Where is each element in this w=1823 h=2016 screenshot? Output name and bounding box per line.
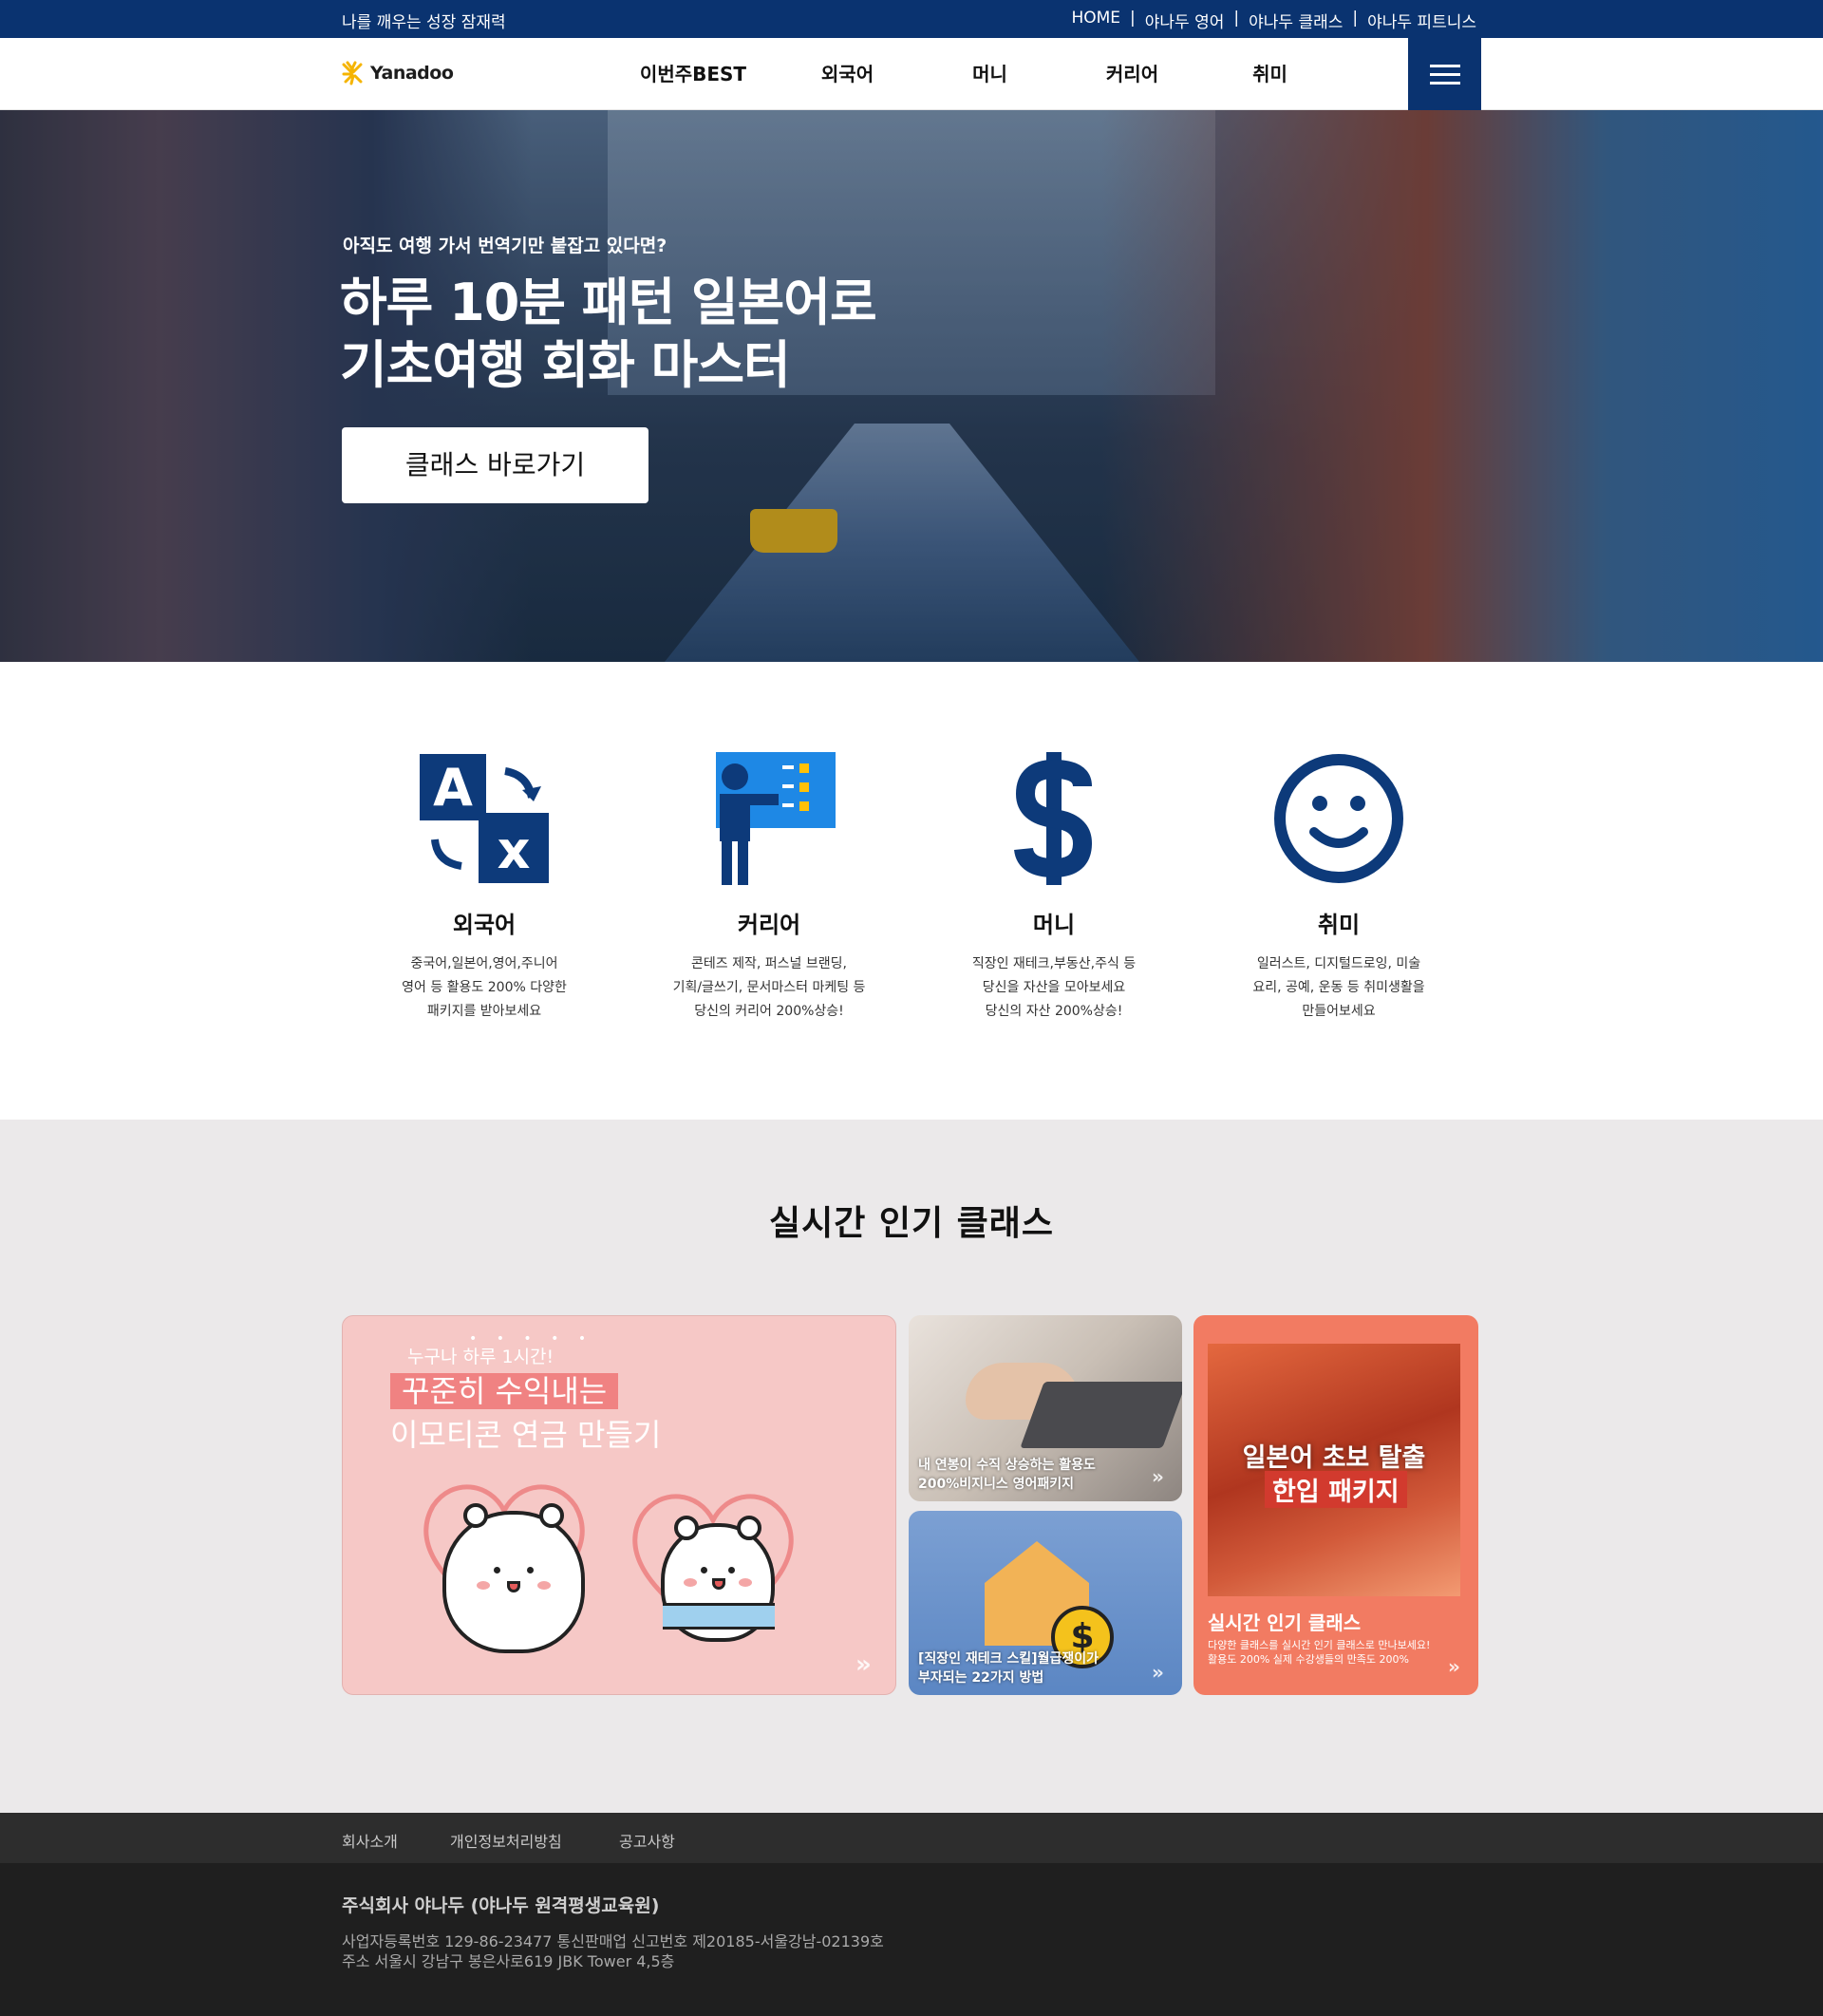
top-link-english[interactable]: 야나두 영어	[1145, 9, 1225, 32]
category-career[interactable]: 커리어 콘테즈 제작, 퍼스널 브랜딩, 기획/글쓰기, 문서마스터 마케팅 등…	[646, 752, 893, 1024]
yanadoo-logo-icon	[342, 61, 363, 85]
card-caption: 내 연봉이 수직 상승하는 활용도 200%비지니스 영어패키지	[918, 1458, 1096, 1492]
japan-street-image: 일본어 초보 탈출 한입 패키지	[1208, 1344, 1460, 1596]
go-to-class-button[interactable]: 클래스 바로가기	[342, 427, 648, 503]
presentation-icon	[716, 752, 836, 885]
bear-character	[442, 1503, 585, 1653]
nav-item-money[interactable]: 머니	[916, 38, 1063, 110]
card-photo-title: 일본어 초보 탈출	[1242, 1443, 1426, 1473]
svg-text:A: A	[433, 758, 473, 818]
site-footer: 주식회사 야나두 (야나두 원격평생교육원) 사업자등록번호 129-86-23…	[0, 1863, 1823, 2016]
hero-subtitle: 아직도 여행 가서 번역기만 붙잡고 있다면?	[343, 236, 667, 256]
hero-title-line2: 기초여행 회화 마스터	[340, 335, 791, 395]
laptop-image	[1020, 1382, 1182, 1448]
nav-item-hobby[interactable]: 취미	[1201, 38, 1339, 110]
japanese-package-card[interactable]: 일본어 초보 탈출 한입 패키지 실시간 인기 클래스 다양한 클래스를 실시간…	[1193, 1315, 1478, 1695]
category-hobby[interactable]: 취미 일러스트, 디지털드로잉, 미술 요리, 공예, 운동 등 취미생활을 만…	[1215, 752, 1462, 1024]
business-english-card[interactable]: 내 연봉이 수직 상승하는 활용도 200%비지니스 영어패키지 »	[909, 1315, 1182, 1501]
main-nav: 이번주BEST 외국어 머니 커리어 취미	[608, 38, 1339, 110]
category-money[interactable]: 머니 직장인 재테크,부동산,주식 등 당신을 자산을 모아보세요 당신의 자산…	[930, 752, 1177, 1024]
company-info: 사업자등록번호 129-86-23477 통신판매업 신고번호 제20185-서…	[342, 1932, 884, 1970]
category-title: 취미	[1317, 912, 1361, 938]
footer-link-about[interactable]: 회사소개	[342, 1829, 398, 1852]
hero-title-line1: 하루 10분 패턴 일본어로	[340, 273, 877, 332]
top-link-separator: |	[1130, 9, 1136, 28]
footer-links: 회사소개 개인정보처리방침 공고사항	[0, 1813, 1823, 1863]
category-title: 머니	[1032, 912, 1076, 938]
popular-section-title: 실시간 인기 클래스	[768, 1204, 1055, 1243]
category-desc: 직장인 재테크,부동산,주식 등 당신을 자산을 모아보세요 당신의 자산 20…	[971, 956, 1137, 1019]
card-caption: [직장인 재테크 스킬]월급쟁이가 부자되는 22가지 방법	[918, 1651, 1099, 1686]
smile-icon	[1274, 754, 1403, 883]
bear-character	[661, 1516, 775, 1642]
logo-text: Yanadoo	[370, 63, 454, 84]
card-highlight-text: 꾸준히 수익내는	[390, 1373, 619, 1409]
svg-text:x: x	[498, 820, 531, 880]
tagline: 나를 깨우는 성장 잠재력	[342, 13, 506, 32]
popular-class-section: 실시간 인기 클래스 • • • • • 누구나 하루 1시간! 꾸준히 수익내…	[0, 1120, 1823, 1813]
logo[interactable]: Yanadoo	[342, 61, 454, 85]
card-desc: 다양한 클래스를 실시간 인기 클래스로 만나보세요! 활용도 200% 실제 …	[1208, 1639, 1431, 1666]
category-desc: 일러스트, 디지털드로잉, 미술 요리, 공예, 운동 등 취미생활을 만들어보…	[1252, 956, 1425, 1019]
nav-item-best[interactable]: 이번주BEST	[608, 38, 779, 110]
card-photo-subtitle: 한입 패키지	[1265, 1471, 1407, 1508]
top-link-fitness[interactable]: 야나두 피트니스	[1367, 9, 1476, 32]
chevron-right-icon: »	[855, 1650, 872, 1679]
card-small-text: 누구나 하루 1시간!	[407, 1347, 554, 1367]
category-desc: 콘테즈 제작, 퍼스널 브랜딩, 기획/글쓰기, 문서마스터 마케팅 등 당신의…	[672, 956, 866, 1019]
category-title: 외국어	[452, 912, 517, 938]
finance-tech-card[interactable]: $ [직장인 재테크 스킬]월급쟁이가 부자되는 22가지 방법 »	[909, 1511, 1182, 1695]
dollar-icon	[1014, 752, 1093, 885]
chevron-right-icon: »	[1152, 1661, 1164, 1684]
card-title: 실시간 인기 클래스	[1208, 1611, 1362, 1634]
company-name: 주식회사 야나두 (야나두 원격평생교육원)	[342, 1895, 660, 1916]
top-bar: 나를 깨우는 성장 잠재력 HOME | 야나두 영어 | 야나두 클래스 | …	[0, 0, 1823, 38]
category-title: 커리어	[737, 912, 801, 938]
nav-item-career[interactable]: 커리어	[1063, 38, 1201, 110]
top-link-separator: |	[1352, 9, 1359, 28]
nav-item-language[interactable]: 외국어	[779, 38, 916, 110]
top-link-separator: |	[1233, 9, 1240, 28]
category-section: A x 외국어 중국어,일본어,영어,주니어 영어 등 활용도 200% 다양한…	[0, 662, 1823, 1120]
chevron-right-icon: »	[1152, 1465, 1164, 1488]
hero-banner: 아직도 여행 가서 번역기만 붙잡고 있다면? 하루 10분 패턴 일본어로 기…	[0, 110, 1823, 662]
emoticon-class-card[interactable]: • • • • • 누구나 하루 1시간! 꾸준히 수익내는 이모티콘 연금 만…	[342, 1315, 896, 1695]
top-links: HOME | 야나두 영어 | 야나두 클래스 | 야나두 피트니스	[1071, 9, 1476, 32]
category-desc: 중국어,일본어,영어,주니어 영어 등 활용도 200% 다양한 패키지를 받아…	[402, 956, 567, 1019]
site-header: Yanadoo 이번주BEST 외국어 머니 커리어 취미	[0, 38, 1823, 110]
category-language[interactable]: A x 외국어 중국어,일본어,영어,주니어 영어 등 활용도 200% 다양한…	[361, 752, 608, 1024]
footer-link-privacy[interactable]: 개인정보처리방침	[450, 1829, 562, 1852]
top-link-home[interactable]: HOME	[1071, 9, 1120, 32]
footer-link-notice[interactable]: 공고사항	[619, 1829, 675, 1852]
chevron-right-icon: »	[1448, 1655, 1460, 1678]
translate-icon: A x	[420, 754, 549, 883]
card-title: 이모티콘 연금 만들기	[390, 1417, 662, 1453]
top-link-class[interactable]: 야나두 클래스	[1249, 9, 1343, 32]
hero-title: 하루 10분 패턴 일본어로 기초여행 회화 마스터	[340, 272, 877, 397]
hamburger-icon[interactable]	[1408, 38, 1481, 110]
